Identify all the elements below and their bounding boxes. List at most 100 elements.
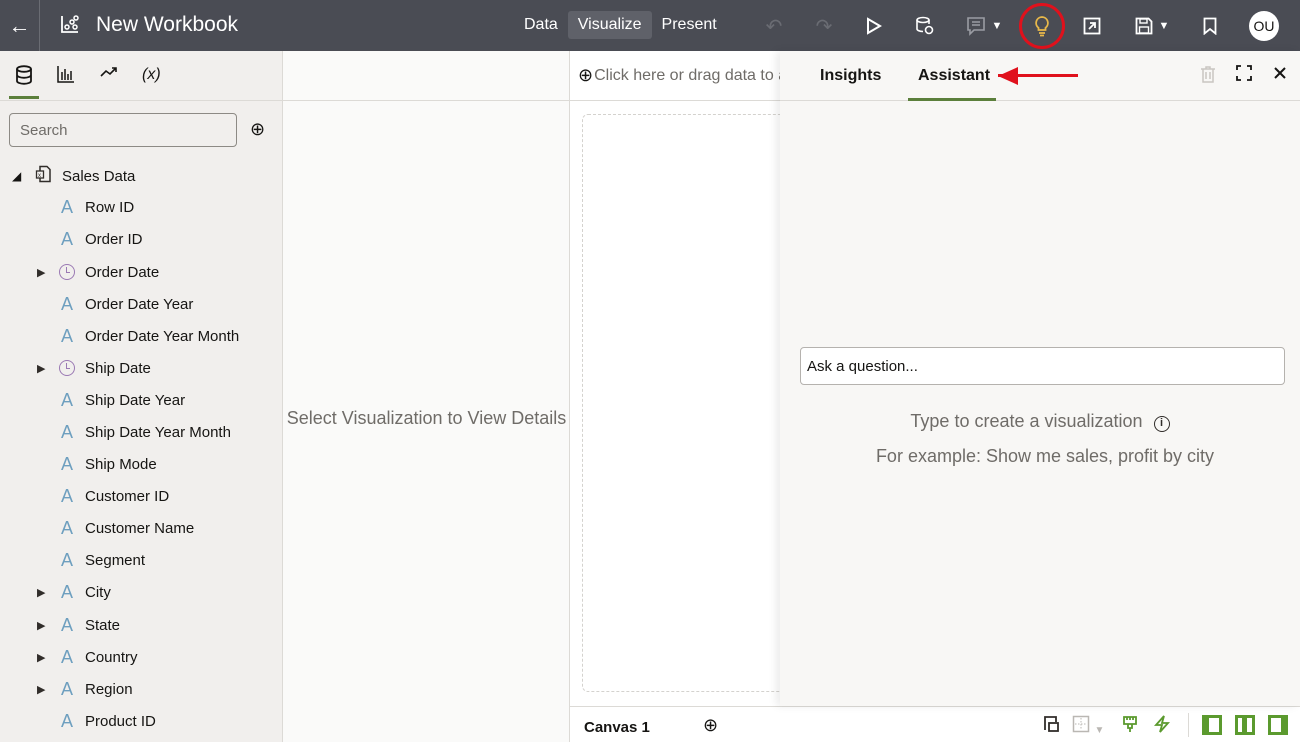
comment-button[interactable]: ▼ <box>962 13 1006 39</box>
dataset-node[interactable]: ◢ x Sales Data <box>0 164 283 188</box>
tab-insights[interactable]: Insights <box>820 67 881 85</box>
field-item[interactable]: A Product ID <box>0 709 283 733</box>
expand-icon[interactable]: ▶ <box>37 362 45 375</box>
undo-icon: ↶ <box>765 15 783 38</box>
mode-visualize[interactable]: Visualize <box>567 11 652 39</box>
field-item[interactable]: A Ship Mode <box>0 452 283 476</box>
toggle-middle-panel-button[interactable] <box>1235 715 1255 740</box>
field-item[interactable]: A Ship Date Year <box>0 388 283 412</box>
toolbar-divider <box>1188 713 1189 737</box>
field-label: Ship Date <box>85 359 151 377</box>
user-avatar[interactable]: OU <box>1249 11 1279 41</box>
expand-icon[interactable]: ▶ <box>37 683 45 696</box>
refresh-data-icon <box>916 16 934 35</box>
canvas-properties-button[interactable] <box>1042 715 1060 738</box>
panel-middle-icon <box>1235 715 1255 735</box>
field-item[interactable]: ▶ A State <box>0 613 283 637</box>
active-tab-indicator <box>908 98 996 101</box>
field-label: Customer Name <box>85 519 195 537</box>
annotation-arrow <box>998 74 1078 77</box>
field-item[interactable]: ▶ A Region <box>0 677 283 701</box>
field-label: City <box>85 583 111 601</box>
delete-button[interactable] <box>1200 65 1216 88</box>
assistant-panel-tabs: Insights Assistant <box>780 51 1300 101</box>
field-item[interactable]: A Order Date Year <box>0 292 283 316</box>
export-button[interactable] <box>1080 13 1104 39</box>
tab-data[interactable] <box>15 65 33 90</box>
back-button[interactable]: ← <box>0 0 40 51</box>
redo-button[interactable]: ↷ <box>812 13 836 39</box>
toggle-left-panel-button[interactable] <box>1202 715 1222 740</box>
workbook-title[interactable]: New Workbook <box>96 13 238 37</box>
mode-present[interactable]: Present <box>652 11 727 39</box>
preview-button[interactable] <box>862 13 886 39</box>
hint-text: Type to create a visualization <box>910 411 1143 431</box>
expand-icon[interactable]: ▶ <box>37 619 45 632</box>
attribute-icon: A <box>61 614 74 635</box>
mode-switcher: Data Visualize Present <box>514 11 727 39</box>
chevron-down-icon: ▼ <box>1094 725 1105 736</box>
field-item[interactable]: ▶ Ship Date <box>0 356 283 380</box>
active-tab-indicator <box>9 96 39 99</box>
mode-data[interactable]: Data <box>514 11 568 39</box>
export-icon <box>1083 17 1101 35</box>
field-label: Country <box>85 648 138 666</box>
search-input[interactable]: Search <box>9 113 237 147</box>
field-item[interactable]: A Order Date Year Month <box>0 324 283 348</box>
info-icon[interactable]: i <box>1153 416 1170 432</box>
tab-assistant[interactable]: Assistant <box>918 67 990 85</box>
lightning-icon <box>1153 715 1171 733</box>
tab-calculations[interactable]: (x) <box>142 66 161 84</box>
visualizations-icon <box>57 66 74 83</box>
bookmark-button[interactable] <box>1198 13 1222 39</box>
chevron-down-icon: ▼ <box>991 20 1003 32</box>
save-button[interactable]: ▼ <box>1130 13 1174 39</box>
field-item[interactable]: A Segment <box>0 548 283 572</box>
field-item[interactable]: ▶ A City <box>0 580 283 604</box>
format-button[interactable] <box>1122 715 1138 738</box>
tab-analytics[interactable] <box>100 65 118 84</box>
toggle-right-panel-button[interactable] <box>1268 715 1288 740</box>
attribute-icon: A <box>61 421 74 442</box>
properties-empty-message: Select Visualization to View Details <box>286 408 567 428</box>
comment-icon <box>966 17 985 36</box>
grid-options-button[interactable]: ▼ <box>1072 715 1104 738</box>
canvas-tab[interactable]: Canvas 1 <box>584 719 650 736</box>
attribute-icon: A <box>61 453 74 474</box>
field-item[interactable]: A Customer ID <box>0 484 283 508</box>
field-item[interactable]: ▶ Order Date <box>0 260 283 284</box>
data-panel: (x) Search ⊕ ◢ x Sales Data A Row ID A Orde… <box>0 51 283 742</box>
field-item[interactable]: A Row ID <box>0 195 283 219</box>
field-label: Segment <box>85 551 146 569</box>
add-data-button[interactable]: ⊕ <box>250 119 265 140</box>
canvas-drop-zone[interactable] <box>582 114 802 692</box>
plus-circle-icon: ⊕ <box>250 119 266 139</box>
field-item[interactable]: A Customer Name <box>0 516 283 540</box>
grid-icon <box>1072 715 1090 733</box>
play-icon <box>867 17 882 35</box>
canvas-drop-hint[interactable]: ⊕ Click here or drag data to a <box>570 51 800 101</box>
svg-text:x: x <box>38 173 41 179</box>
maximize-button[interactable] <box>1236 65 1252 86</box>
add-canvas-button[interactable]: ⊕ <box>703 715 718 736</box>
field-label: Row ID <box>85 198 135 216</box>
expand-icon[interactable]: ▶ <box>37 586 45 599</box>
highlight-circle <box>1019 3 1065 49</box>
field-item[interactable]: ▶ A Country <box>0 645 283 669</box>
auto-insights-button[interactable] <box>1153 715 1171 738</box>
refresh-data-button[interactable] <box>912 13 936 39</box>
field-item[interactable]: A Ship Date Year Month <box>0 420 283 444</box>
workbook-chart-icon <box>60 14 80 39</box>
field-label: Region <box>85 680 133 698</box>
arrow-left-icon: ← <box>8 12 31 38</box>
expand-icon[interactable]: ▶ <box>37 266 45 279</box>
field-item[interactable]: A Order ID <box>0 227 283 251</box>
field-label: Order Date Year <box>85 295 194 313</box>
expand-icon[interactable]: ▶ <box>37 651 45 664</box>
ask-question-input[interactable]: Ask a question... <box>800 347 1285 385</box>
tab-visualizations[interactable] <box>57 65 75 88</box>
trash-icon <box>1201 66 1215 83</box>
assistant-hint: Type to create a visualization i <box>780 411 1300 432</box>
close-button[interactable] <box>1273 65 1287 85</box>
undo-button[interactable]: ↶ <box>762 13 786 39</box>
